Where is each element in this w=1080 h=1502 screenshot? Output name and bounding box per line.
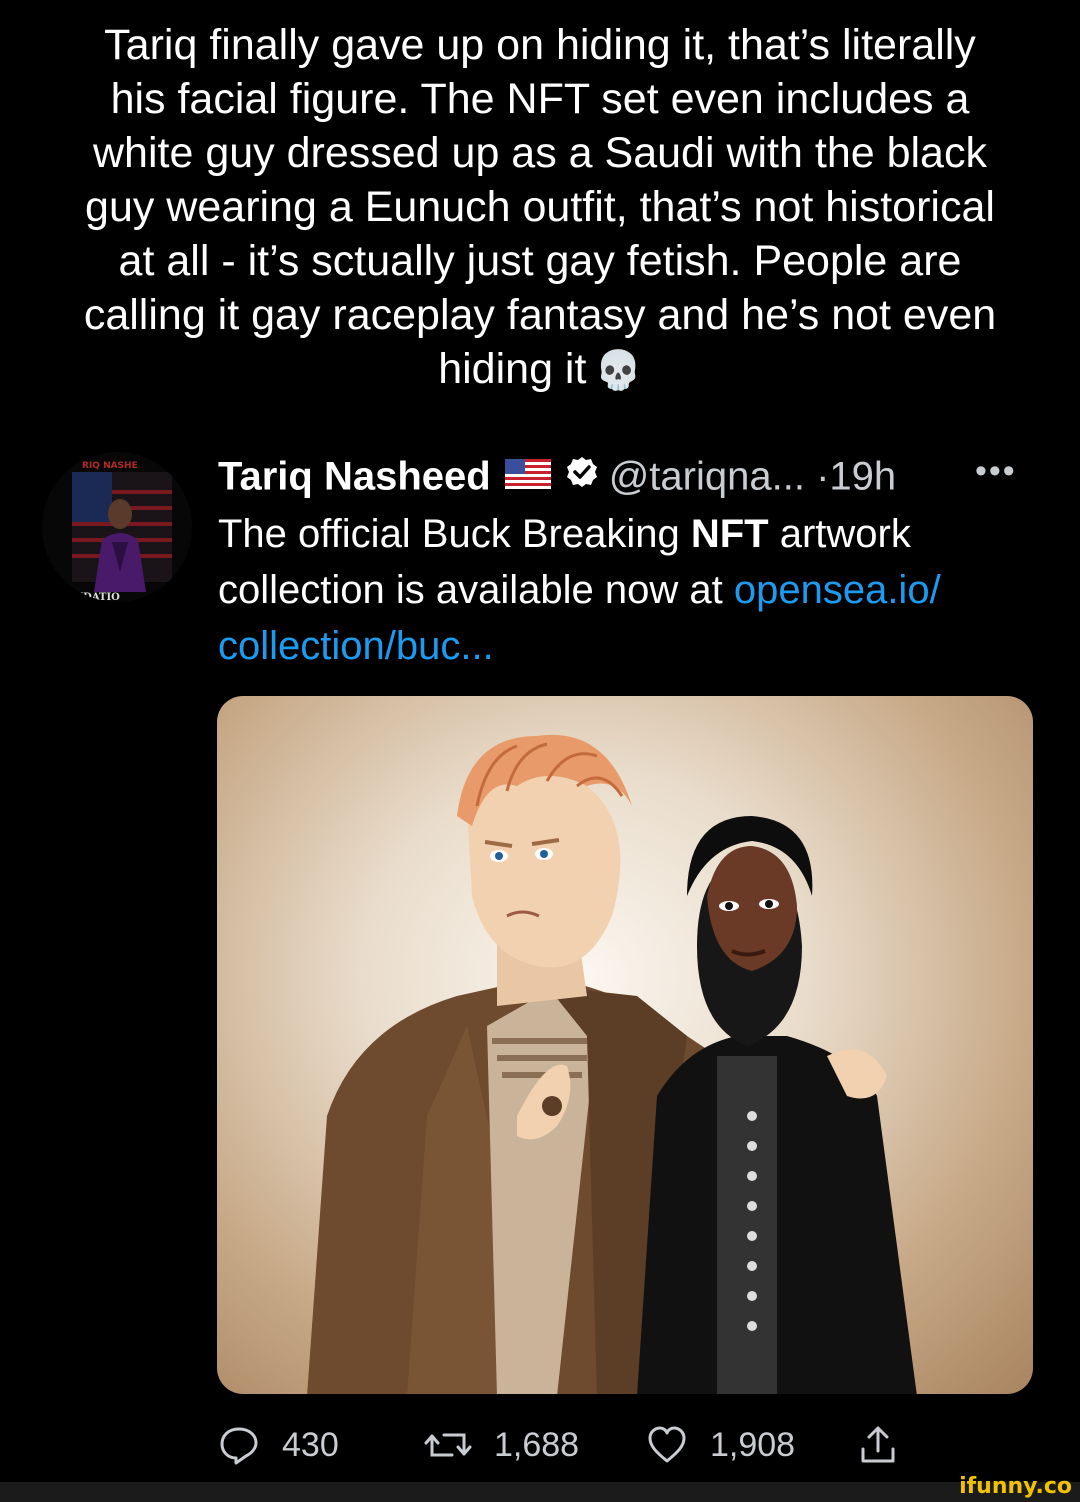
meme-caption: Tariq finally gave up on hiding it, that… (40, 18, 1040, 398)
avatar-image: RIQ NASHE NDATIO (42, 452, 192, 602)
tweet-action-bar: 430 1,688 1,908 (218, 1418, 1018, 1472)
separator-dot: · (816, 454, 830, 499)
retweet-button[interactable]: 1,688 (424, 1418, 579, 1472)
retweet-icon (424, 1433, 472, 1457)
us-flag-icon (504, 450, 551, 502)
like-count: 1,908 (710, 1425, 796, 1464)
caption-line: his facial figure. The NFT set even incl… (110, 75, 970, 123)
tweet-media-image[interactable] (217, 696, 1033, 1394)
share-button[interactable] (858, 1418, 920, 1472)
author-handle[interactable]: @tariqna... (609, 455, 805, 499)
caption-line: at all - it’s sctually just gay fetish. … (118, 237, 962, 285)
tweet-header: Tariq Nasheed @tariqna... ·19h (218, 450, 896, 508)
more-options-icon[interactable]: ••• (975, 452, 1017, 491)
author-name[interactable]: Tariq Nasheed (218, 455, 491, 499)
caption-line: Tariq finally gave up on hiding it, that… (104, 21, 976, 69)
caption-line-last: hiding it 💀 (438, 345, 642, 393)
avatar[interactable]: RIQ NASHE NDATIO (42, 452, 192, 602)
share-icon (861, 1426, 895, 1463)
caption-line: guy wearing a Eunuch outfit, that’s not … (85, 183, 995, 231)
ifunny-watermark: ifunny.co (959, 1474, 1072, 1499)
reply-icon (220, 1427, 258, 1465)
caption-line: white guy dressed up as a Saudi with the… (93, 129, 987, 177)
reply-count: 430 (282, 1425, 339, 1464)
tweet-text: The official Buck Breaking NFT artwork c… (218, 512, 941, 668)
caption-line: calling it gay raceplay fantasy and he’s… (83, 291, 997, 339)
verified-badge-icon (565, 450, 599, 502)
retweet-count: 1,688 (494, 1425, 580, 1464)
footer-bar (0, 1482, 1080, 1502)
heart-icon (648, 1426, 686, 1463)
skull-emoji-icon: 💀 (594, 350, 642, 392)
avatar-top-text: RIQ NASHE (82, 461, 138, 471)
like-button[interactable]: 1,908 (646, 1418, 795, 1472)
bold-nft: NFT (690, 512, 769, 556)
avatar-bottom-text: NDATIO (74, 592, 120, 602)
tweet-timestamp[interactable]: 19h (829, 455, 896, 499)
reply-button[interactable]: 430 (218, 1418, 339, 1472)
nft-artwork (307, 734, 917, 1394)
